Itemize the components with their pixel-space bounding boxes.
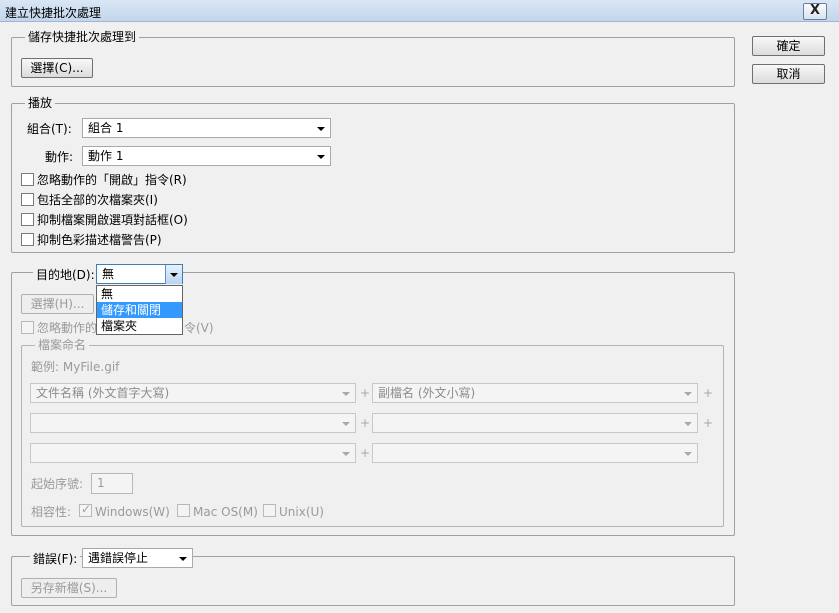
suppress-color-profile-label: 抑制色彩描述檔警告(P)	[37, 233, 162, 247]
save-droplet-group: 儲存快捷批次處理到	[11, 30, 735, 87]
naming-field-5[interactable]	[30, 443, 356, 463]
window-title: 建立快捷批次處理	[5, 6, 102, 20]
suppress-file-open-label: 抑制檔案開啟選項對話框(O)	[37, 213, 188, 227]
unix-compat-checkbox[interactable]	[263, 504, 276, 517]
override-save-as-label: 忽略動作的	[37, 321, 98, 335]
destination-label: 目的地(D):	[33, 268, 98, 282]
plus-icon: +	[703, 386, 714, 400]
plus-icon: +	[360, 446, 371, 460]
compatibility-label: 相容性:	[31, 505, 72, 519]
play-legend: 播放	[25, 96, 56, 110]
file-naming-group: 檔案命名	[21, 338, 724, 527]
save-droplet-legend: 儲存快捷批次處理到	[25, 30, 140, 44]
action-select-value: 動作 1	[88, 149, 124, 163]
override-open-checkbox[interactable]	[21, 173, 34, 186]
plus-icon: +	[703, 416, 714, 430]
cancel-button[interactable]: 取消	[752, 64, 825, 84]
chevron-down-icon	[317, 155, 325, 159]
save-as-button[interactable]: 另存新檔(S)...	[21, 578, 117, 598]
include-subfolders-checkbox[interactable]	[21, 193, 34, 206]
naming-field-1-value: 文件名稱 (外文首字大寫)	[36, 386, 170, 400]
naming-field-2[interactable]: 副檔名 (外文小寫)	[372, 383, 698, 403]
chevron-down-icon	[317, 127, 325, 131]
macos-compat-checkbox[interactable]	[177, 504, 190, 517]
start-serial-label: 起始序號:	[31, 477, 84, 491]
chevron-down-icon	[342, 392, 350, 396]
choose-destination-button[interactable]: 選擇(H)...	[21, 294, 94, 314]
chevron-down-icon	[684, 392, 692, 396]
chevron-down-icon	[684, 452, 692, 456]
naming-example: 範例: MyFile.gif	[31, 360, 120, 374]
override-save-as-checkbox[interactable]	[21, 321, 34, 334]
check-icon: ✓	[81, 502, 92, 516]
windows-compat-label: Windows(W)	[95, 505, 170, 519]
destination-select-value: 無	[102, 267, 115, 281]
chevron-down-icon	[684, 422, 692, 426]
naming-field-6[interactable]	[372, 443, 698, 463]
errors-select[interactable]: 遇錯誤停止	[82, 548, 193, 568]
chevron-down-icon	[342, 422, 350, 426]
dropdown-option-folder[interactable]: 檔案夾	[97, 318, 182, 334]
plus-icon: +	[360, 416, 371, 430]
naming-field-4[interactable]	[372, 413, 698, 433]
close-button[interactable]: X	[803, 3, 827, 20]
errors-select-value: 遇錯誤停止	[88, 551, 149, 565]
chevron-down-icon	[342, 452, 350, 456]
unix-compat-label: Unix(U)	[279, 505, 324, 519]
chevron-down-icon	[170, 273, 178, 277]
set-select-value: 組合 1	[88, 121, 124, 135]
dropdown-option-save-and-close[interactable]: 儲存和關閉	[97, 302, 182, 318]
windows-compat-checkbox[interactable]: ✓	[79, 502, 92, 517]
plus-icon: +	[360, 386, 371, 400]
suppress-color-profile-checkbox[interactable]	[21, 233, 34, 246]
destination-select[interactable]: 無	[96, 264, 183, 284]
naming-field-2-value: 副檔名 (外文小寫)	[378, 386, 476, 400]
start-serial-input[interactable]: 1	[91, 473, 133, 494]
choose-droplet-button[interactable]: 選擇(C)...	[21, 58, 93, 78]
macos-compat-label: Mac OS(M)	[193, 505, 258, 519]
errors-label: 錯誤(F):	[30, 552, 81, 566]
dropdown-option-none[interactable]: 無	[97, 286, 182, 302]
action-label: 動作:	[45, 150, 74, 164]
suppress-file-open-checkbox[interactable]	[21, 213, 34, 226]
set-select[interactable]: 組合 1	[82, 118, 331, 138]
set-label: 組合(T):	[27, 122, 72, 136]
ok-button[interactable]: 確定	[752, 36, 825, 56]
naming-field-1[interactable]: 文件名稱 (外文首字大寫)	[30, 383, 356, 403]
destination-dropdown-button[interactable]	[165, 265, 182, 284]
file-naming-legend: 檔案命名	[35, 338, 90, 352]
override-save-as-label-tail: 令(V)	[184, 321, 214, 335]
title-bar: 建立快捷批次處理 X	[0, 0, 839, 22]
include-subfolders-label: 包括全部的次檔案夾(I)	[37, 193, 158, 207]
chevron-down-icon	[179, 557, 187, 561]
destination-dropdown-list: 無 儲存和關閉 檔案夾	[96, 285, 183, 335]
naming-field-3[interactable]	[30, 413, 356, 433]
action-select[interactable]: 動作 1	[82, 146, 331, 166]
override-open-label: 忽略動作的「開啟」指令(R)	[37, 173, 187, 187]
